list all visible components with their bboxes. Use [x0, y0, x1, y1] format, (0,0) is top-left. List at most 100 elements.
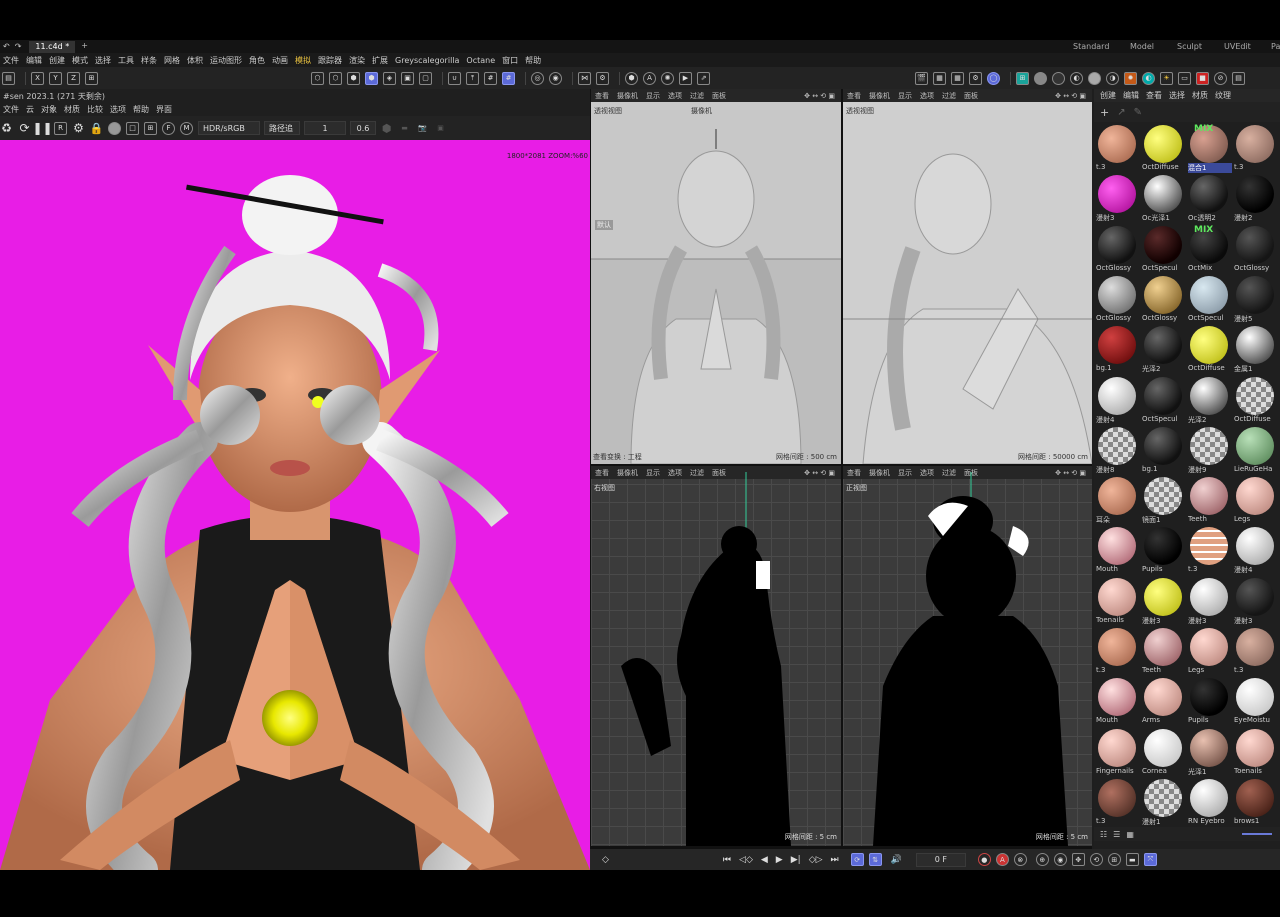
isolate-icon[interactable]: ◉	[549, 71, 562, 85]
workplane-icon[interactable]: ▢	[419, 71, 432, 85]
material-menu-item[interactable]: 纹理	[1215, 90, 1231, 101]
next-key-icon[interactable]: ◇▷	[809, 855, 823, 865]
material-swatch[interactable]: 漫射5	[1234, 275, 1278, 323]
material-swatch[interactable]: bg.1	[1142, 426, 1186, 474]
record-key-icon[interactable]: ●	[977, 853, 991, 866]
add-material-icon[interactable]: +	[1100, 106, 1109, 119]
viewport-perspective-1[interactable]: 查看 摄像机 显示 选项 过滤 面板 ✥ ↔ ⟲ ▣ 透视视图 摄像机 默认 查看变换 : …	[591, 89, 841, 464]
edit-icon[interactable]: ✎	[1134, 107, 1142, 118]
material-swatch[interactable]: Oc光泽1	[1142, 174, 1186, 222]
material-swatch[interactable]: OctSpecul	[1142, 225, 1186, 273]
menu-item[interactable]: 扩展	[372, 55, 388, 66]
octane-menu-item[interactable]: 比较	[87, 104, 103, 115]
material-swatch[interactable]: OctDiffuse	[1188, 325, 1232, 373]
move-key-icon[interactable]: ✥	[1071, 853, 1085, 866]
material-swatch[interactable]: 漫射3	[1234, 577, 1278, 625]
menu-item[interactable]: Octane	[466, 56, 495, 65]
range-icon[interactable]: ⇅	[868, 853, 882, 866]
octane-menu-item[interactable]: 云	[26, 104, 34, 115]
polygons-mode-icon[interactable]: ⬢	[347, 71, 360, 85]
material-swatch[interactable]: OctSpecul	[1142, 376, 1186, 424]
workspace-tab[interactable]: Model	[1130, 42, 1154, 51]
material-swatch[interactable]: 漫射9	[1188, 426, 1232, 474]
texture-mode-icon[interactable]: ◈	[383, 71, 396, 85]
material-swatch[interactable]: 漫射2	[1234, 174, 1278, 222]
sphere-dark-icon[interactable]	[1052, 71, 1065, 85]
clay-mode-icon[interactable]	[108, 121, 121, 135]
viewport-perspective-2[interactable]: 查看 摄像机 显示 选项 过滤 面板 ✥ ↔ ⟲ ▣ 透视视图 网格间距 : 50000 c…	[843, 89, 1092, 464]
sphere-half-icon[interactable]: ◑	[1106, 71, 1119, 85]
grid-view-icon[interactable]: ☷	[1100, 830, 1107, 839]
menu-item[interactable]: 模拟	[295, 55, 311, 66]
uv-mode-icon[interactable]: ▣	[401, 71, 414, 85]
material-swatch[interactable]: MIX OctMix	[1188, 225, 1232, 273]
material-swatch[interactable]: OctGlossy	[1142, 275, 1186, 323]
material-menu-item[interactable]: 创建	[1100, 90, 1116, 101]
material-swatch[interactable]: EyeMoistu	[1234, 677, 1278, 725]
material-swatch[interactable]: Pupils	[1142, 526, 1186, 574]
menu-item[interactable]: 工具	[118, 55, 134, 66]
loop-icon[interactable]: ⟳	[850, 853, 864, 866]
octane-menu-item[interactable]: 帮助	[133, 104, 149, 115]
octane-menu-item[interactable]: 界面	[156, 104, 172, 115]
render-canvas[interactable]: 1800*2081 ZOOM:%60	[0, 140, 590, 870]
detail-view-icon[interactable]: ▦	[1126, 830, 1134, 839]
menu-item[interactable]: Greyscalegorilla	[395, 56, 459, 65]
current-frame-field[interactable]: 0 F	[915, 852, 966, 867]
material-swatch[interactable]: Toenails	[1234, 728, 1278, 776]
material-swatch[interactable]: RN Eyebro	[1188, 778, 1232, 826]
magnet-icon[interactable]: ∪	[448, 71, 461, 85]
material-swatch[interactable]: Oc透明2	[1188, 174, 1232, 222]
material-swatch[interactable]: Mouth	[1096, 677, 1140, 725]
material-swatch[interactable]: 漫射3	[1096, 174, 1140, 222]
material-menu-item[interactable]: 选择	[1169, 90, 1185, 101]
octane-live-icon[interactable]: ◯	[987, 71, 1000, 85]
send-scene-icon[interactable]: ♻	[0, 121, 13, 135]
field-2[interactable]: 0.6	[350, 121, 376, 135]
octane-menu-item[interactable]: 材质	[64, 104, 80, 115]
scale-key-icon[interactable]: ⊞	[1107, 853, 1121, 866]
sphere-checker-icon[interactable]: ◐	[1070, 71, 1083, 85]
window-icon[interactable]: ▭	[1178, 71, 1191, 85]
key-position-icon[interactable]: ⊕	[1035, 853, 1049, 866]
material-swatch[interactable]: brows1	[1234, 778, 1278, 826]
material-menu-item[interactable]: 材质	[1192, 90, 1208, 101]
coordinate-system-icon[interactable]: ⊞	[85, 71, 98, 85]
material-swatch[interactable]: 耳朵	[1096, 476, 1140, 524]
snapshot-icon[interactable]: ▣	[434, 122, 447, 135]
kernel-mode-select[interactable]: 路径追	[264, 121, 300, 135]
list-icon[interactable]: ▤	[1232, 71, 1245, 85]
sun-icon[interactable]: ☀	[1160, 71, 1173, 85]
material-swatch[interactable]: 金属1	[1234, 325, 1278, 373]
material-swatch[interactable]: Arms	[1142, 677, 1186, 725]
add-region-icon[interactable]: ⊞	[144, 121, 157, 135]
material-swatch[interactable]: Legs	[1234, 476, 1278, 524]
workspace-tab[interactable]: UVEdit	[1224, 42, 1251, 51]
menu-item[interactable]: 动画	[272, 55, 288, 66]
material-swatch[interactable]: Mouth	[1096, 526, 1140, 574]
go-start-icon[interactable]: ⏮	[723, 855, 731, 865]
sphere-grey-icon[interactable]	[1034, 71, 1047, 85]
material-swatch[interactable]: MIX 混合1	[1188, 124, 1232, 173]
delete-icon[interactable]: ⊘	[1214, 71, 1227, 85]
sound-icon[interactable]: 🔊	[891, 855, 902, 865]
viewport-right[interactable]: 查看 摄像机 显示 选项 过滤 面板 ✥ ↔ ⟲ ▣ 右视图 网格间距 : 5 cm	[591, 466, 841, 846]
cyan-icon[interactable]: ◐	[1142, 71, 1155, 85]
octane-logo-icon[interactable]: ✹	[1124, 71, 1137, 85]
menu-item[interactable]: 创建	[49, 55, 65, 66]
cube-object-icon[interactable]: ⬢	[625, 71, 638, 85]
render-region-icon[interactable]: ▦	[933, 71, 946, 85]
octane-menu-item[interactable]: 选项	[110, 104, 126, 115]
points-mode-icon[interactable]: ⬡	[311, 71, 324, 85]
gear-icon[interactable]: ⚙	[72, 121, 85, 135]
key-rotation-icon[interactable]: ◉	[1053, 853, 1067, 866]
material-swatch[interactable]: Legs	[1188, 627, 1232, 675]
cube-icon[interactable]: ⬢	[380, 122, 393, 135]
menu-item[interactable]: 渲染	[349, 55, 365, 66]
material-swatch[interactable]: t.3	[1234, 627, 1278, 675]
generator-icon[interactable]: ✺	[661, 71, 674, 85]
material-swatch[interactable]: 光泽2	[1188, 376, 1232, 424]
menu-item[interactable]: 样条	[141, 55, 157, 66]
menu-item[interactable]: 帮助	[525, 55, 541, 66]
material-swatch[interactable]: bg.1	[1096, 325, 1140, 373]
